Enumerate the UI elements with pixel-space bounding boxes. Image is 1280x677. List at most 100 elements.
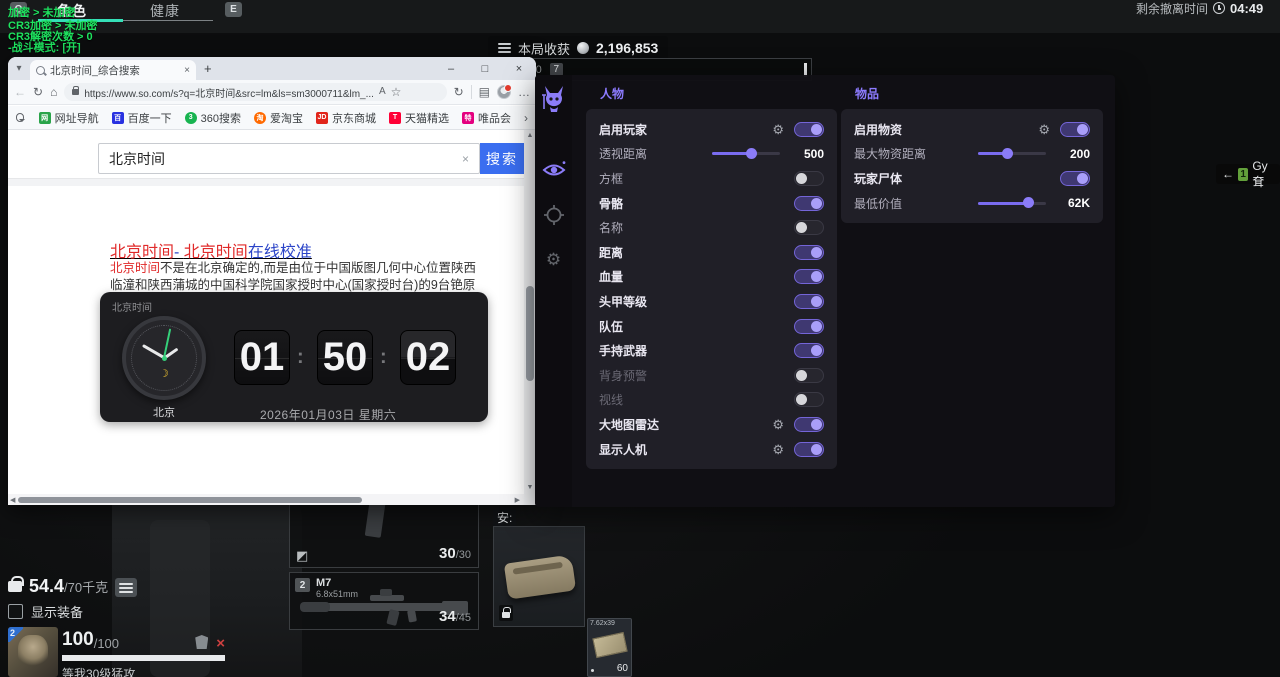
search-input[interactable]: 北京时间 ×	[98, 143, 480, 174]
bookmark-item[interactable]: 特唯品会	[462, 110, 511, 126]
loot-list-icon[interactable]	[498, 41, 511, 55]
toggle-team[interactable]	[794, 319, 824, 334]
tab-close-icon[interactable]: ×	[184, 65, 190, 76]
bookmark-label: 天猫精选	[405, 110, 449, 126]
browser-window: ▾ 北京时间_综合搜索 × + – □ × ← ↻ ⌂ https://www.…	[8, 57, 536, 505]
toggle-health[interactable]	[794, 269, 824, 284]
timer-clock-icon	[1213, 2, 1225, 14]
refresh-icon[interactable]: ↻	[33, 86, 43, 98]
search-button[interactable]: 搜索	[480, 143, 524, 174]
bookmark-item[interactable]: T 天猫精选	[389, 110, 449, 126]
vertical-scroll-thumb[interactable]	[526, 286, 534, 381]
sidebar-chat-icon[interactable]	[16, 113, 24, 122]
bookmark-item[interactable]: 淘爱淘宝	[254, 110, 303, 126]
bookmark-item[interactable]: 网网址导航	[39, 110, 99, 126]
toggle-armor-level[interactable]	[794, 294, 824, 309]
weight-lock-icon	[8, 581, 22, 592]
slot1-ammo: 30	[439, 545, 456, 562]
toggle-enable-players[interactable]	[794, 122, 824, 137]
bookmark-item[interactable]: 3360搜索	[185, 110, 241, 126]
settings-gear-icon[interactable]: ⚙	[546, 251, 561, 268]
inventory-list-button[interactable]	[115, 578, 137, 597]
profile-avatar[interactable]	[497, 85, 511, 99]
safebox-slot[interactable]	[493, 526, 585, 627]
toggle-show-bots[interactable]	[794, 442, 824, 457]
bookmark-item[interactable]: 百百度一下	[112, 110, 172, 126]
menu-row: 头甲等级	[599, 289, 824, 314]
toggle-name[interactable]	[794, 220, 824, 235]
toggle-held-weapon[interactable]	[794, 343, 824, 358]
bookmark-item[interactable]: JD京东商城	[316, 110, 376, 126]
item-cell-ammo[interactable]: 7.62x39 60	[587, 618, 632, 677]
weapon-slot-2[interactable]: 2 M7 6.8x51mm 34/45	[289, 572, 479, 630]
window-minimize-button[interactable]: –	[434, 57, 468, 80]
aim-crosshair-icon[interactable]	[544, 205, 564, 225]
row-label: 手持武器	[599, 342, 794, 359]
moon-icon: ☽	[159, 367, 169, 380]
clear-search-icon[interactable]: ×	[462, 152, 469, 166]
result-1-title[interactable]: 北京时间- 北京时间在线校准	[110, 238, 312, 262]
menu-row: 手持武器	[599, 338, 824, 363]
safebox-lock-icon	[499, 605, 513, 621]
menu-row: 距离	[599, 240, 824, 265]
player-name: 等我30级猛攻	[62, 665, 225, 677]
new-tab-button[interactable]: +	[204, 61, 212, 76]
row-gear-icon[interactable]: ⚙	[1038, 123, 1050, 136]
url-bar[interactable]: https://www.so.com/s?q=北京时间&src=lm&ls=sm…	[64, 83, 446, 101]
tab-health[interactable]: 健康	[150, 1, 180, 21]
row-gear-icon[interactable]: ⚙	[772, 123, 784, 136]
toggle-box[interactable]	[794, 171, 824, 186]
collections-icon[interactable]: ▤	[479, 86, 490, 98]
show-gear-checkbox[interactable]	[8, 604, 23, 619]
toggle-player-corpses[interactable]	[1060, 171, 1090, 186]
slider-esp-distance[interactable]	[712, 152, 780, 155]
bookmark-label: 京东商城	[332, 110, 376, 126]
browser-tab[interactable]: 北京时间_综合搜索 ×	[30, 60, 196, 80]
extensions-icon[interactable]: ↻	[454, 86, 464, 98]
esp-eye-icon[interactable]	[542, 161, 566, 179]
firemode-icon: ◩	[296, 549, 308, 562]
bookmarks-overflow-icon[interactable]: ›	[524, 111, 528, 125]
menu-row: 最低价值 62K	[854, 191, 1090, 216]
toggle-sightline[interactable]	[794, 392, 824, 407]
scroll-left-icon[interactable]: ◀	[10, 496, 15, 504]
toggle-bones[interactable]	[794, 196, 824, 211]
slider-loot-distance[interactable]	[978, 152, 1046, 155]
scroll-right-icon[interactable]: ▶	[515, 496, 520, 504]
slot2-ammo-max: /45	[456, 612, 471, 624]
menu-row: 启用玩家 ⚙	[599, 117, 824, 142]
row-label: 启用玩家	[599, 121, 772, 138]
loot-value: 2,196,853	[596, 40, 658, 56]
horizontal-scrollbar[interactable]: ◀ ▶	[8, 494, 524, 505]
slider-value: 500	[790, 147, 824, 161]
flip-hours: 01	[234, 330, 290, 385]
window-maximize-button[interactable]: □	[468, 57, 502, 80]
row-gear-icon[interactable]: ⚙	[772, 443, 784, 456]
row-label: 最大物资距离	[854, 145, 978, 162]
search-query: 北京时间	[109, 149, 462, 169]
toggle-back-warning[interactable]	[794, 368, 824, 383]
back-icon[interactable]: ←	[14, 86, 26, 98]
toggle-enable-loot[interactable]	[1060, 122, 1090, 137]
favorite-star-icon[interactable]: ☆	[391, 86, 402, 98]
menu-row: 最大物资距离 200	[854, 142, 1090, 167]
toggle-distance[interactable]	[794, 245, 824, 260]
weight-max: /70千克	[64, 580, 108, 595]
tab-track-underline	[123, 20, 213, 21]
row-label: 显示人机	[599, 441, 772, 458]
row-label: 视线	[599, 391, 794, 408]
horizontal-scroll-thumb[interactable]	[18, 497, 362, 503]
read-aloud-icon[interactable]: A	[379, 86, 386, 98]
toggle-map-radar[interactable]	[794, 417, 824, 432]
window-close-button[interactable]: ×	[502, 57, 536, 80]
row-gear-icon[interactable]: ⚙	[772, 418, 784, 431]
menu-row: 透视距离 500	[599, 142, 824, 167]
more-menu-icon[interactable]: …	[518, 86, 530, 98]
slider-min-value[interactable]	[978, 202, 1046, 205]
row-label: 头甲等级	[599, 293, 794, 310]
bookmark-icon: T	[389, 112, 401, 124]
debuff-icon: ×	[216, 637, 225, 651]
tab-search-chevron-icon[interactable]: ▾	[8, 63, 30, 74]
home-icon[interactable]: ⌂	[50, 86, 57, 98]
extract-timer: 剩余撤离时间 04:49	[1136, 0, 1263, 16]
